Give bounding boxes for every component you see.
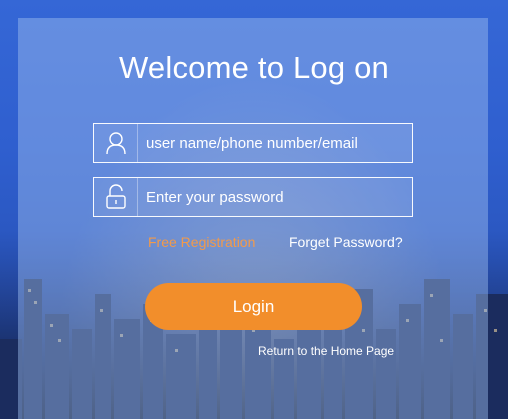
username-field[interactable] [93, 123, 413, 163]
forgot-password-link[interactable]: Forget Password? [289, 234, 403, 250]
user-icon [94, 124, 138, 162]
password-input[interactable] [146, 178, 406, 216]
username-input[interactable] [146, 124, 406, 162]
unlock-icon [94, 178, 138, 216]
return-home-link[interactable]: Return to the Home Page [258, 344, 394, 358]
password-field[interactable] [93, 177, 413, 217]
free-registration-link[interactable]: Free Registration [148, 234, 255, 250]
login-button[interactable]: Login [145, 283, 362, 330]
page-title: Welcome to Log on [119, 50, 389, 85]
